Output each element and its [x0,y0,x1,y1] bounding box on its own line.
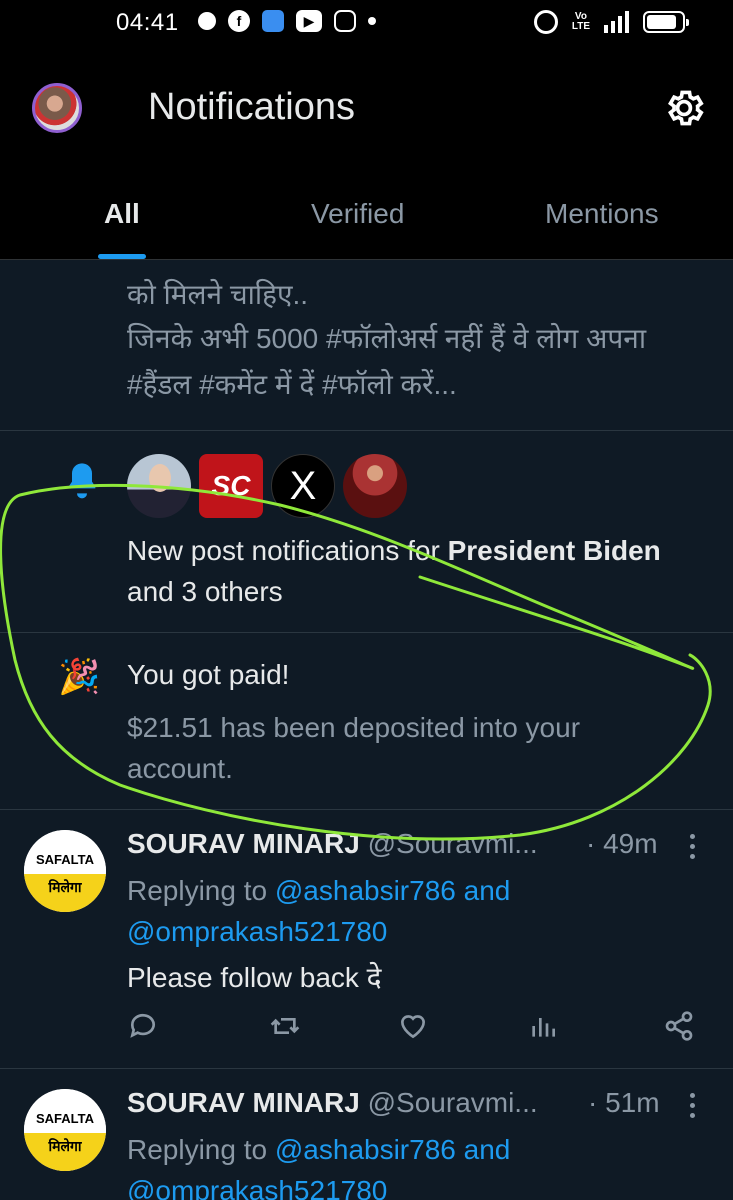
app-notification-icon [198,12,216,30]
tab-all[interactable]: All [104,198,140,230]
app-header: Notifications [0,50,733,170]
active-tab-indicator [98,254,146,259]
author-handle[interactable]: @Souravmi... [368,828,538,859]
avatar-safalta[interactable]: SAFALTA मिलेगा [24,1089,106,1171]
share-icon[interactable] [663,1010,695,1042]
author-handle[interactable]: @Souravmi... [368,1087,538,1118]
status-time: 04:41 [116,9,179,36]
bell-icon [68,463,96,499]
signal-icon [604,11,629,33]
partial-post[interactable]: ─ ─ ─ ─ ─ ─ ─ ─ ─ ─ ─ ─ ─ ─ ─ ─ ─ ─ को म… [0,261,733,431]
mention-link[interactable]: @ashabsir786 and [275,875,510,906]
author-name[interactable]: SOURAV MINARJ [127,1087,360,1118]
author-name[interactable]: SOURAV MINARJ [127,828,360,859]
avatar-label-top: SAFALTA [24,1089,106,1133]
post-notification-item[interactable]: SC X New post notifications for Presiden… [0,432,733,633]
payment-description: $21.51 has been deposited into your acco… [127,712,581,784]
reply-notification-item[interactable]: SAFALTA मिलेगा SOURAV MINARJ @Souravmi..… [0,810,733,1069]
volte-indicator: Vo LTE [571,11,590,32]
mention-link[interactable]: @omprakash521780 [127,1175,387,1200]
status-bar: 04:41 f ▶ Vo LTE [0,0,733,50]
reply-time: · 51m [588,1087,660,1118]
facebook-icon: f [228,10,250,32]
mention-link[interactable]: @ashabsir786 and [275,1134,510,1165]
reply-icon[interactable] [127,1010,159,1042]
post-text-line: जिनके अभी 5000 #फॉलोअर्स नहीं हैं वे लोग… [127,323,647,354]
reply-notification-item[interactable]: SAFALTA मिलेगा SOURAV MINARJ @Souravmi..… [0,1069,733,1200]
notification-feed[interactable]: ─ ─ ─ ─ ─ ─ ─ ─ ─ ─ ─ ─ ─ ─ ─ ─ ─ ─ को म… [0,261,733,1200]
reply-time: · 49m [586,828,658,859]
more-notifications-dot [368,17,376,25]
profile-avatar[interactable] [32,83,82,133]
post-text-line: #हैंडल #कमेंट में दें #फॉलो करें... [127,369,457,400]
avatar-group[interactable] [343,454,407,518]
party-popper-icon: 🎉 [58,658,101,696]
repost-icon[interactable] [269,1010,301,1042]
avatar-president-biden[interactable] [127,454,191,518]
avatar-sc[interactable]: SC [199,454,263,518]
youtube-icon: ▶ [296,10,322,32]
payment-title: You got paid! [127,659,290,690]
avatar-label-bottom: मिलेगा [24,1133,106,1171]
post-text-line: को मिलने चाहिए.. [127,279,309,310]
like-icon[interactable] [397,1010,429,1042]
cut-off-text: ─ ─ ─ ─ ─ ─ ─ ─ ─ ─ ─ ─ ─ ─ ─ ─ ─ ─ [127,261,616,271]
tab-mentions[interactable]: Mentions [545,198,659,230]
messenger-app-icon [262,10,284,32]
mention-link[interactable]: @omprakash521780 [127,916,387,947]
avatar-label-top: SAFALTA [24,830,106,874]
payment-notification-item[interactable]: 🎉 You got paid! $21.51 has been deposite… [0,633,733,810]
replying-to: Replying to @ashabsir786 and @omprakash52… [127,1129,687,1200]
more-options-icon[interactable] [684,834,700,862]
avatar-stack: SC X [127,454,407,518]
replying-to: Replying to @ashabsir786 and @omprakash52… [127,875,511,947]
instagram-icon [334,10,356,32]
page-title: Notifications [148,86,355,128]
notification-tabs: All Verified Mentions [0,170,733,260]
views-icon[interactable] [527,1010,559,1042]
reply-text: Please follow back दे [127,962,382,993]
avatar-safalta[interactable]: SAFALTA मिलेगा [24,830,106,912]
avatar-x[interactable]: X [271,454,335,518]
reply-header: SOURAV MINARJ @Souravmi... [127,828,538,860]
settings-gear-icon[interactable] [662,86,706,130]
battery-icon [643,11,689,33]
status-system-icons: Vo LTE [533,10,689,34]
reply-header: SOURAV MINARJ @Souravmi... [127,1087,538,1119]
post-notification-text: New post notifications for President Bid… [127,535,661,607]
more-options-icon[interactable] [684,1093,700,1121]
avatar-label-bottom: मिलेगा [24,874,106,912]
alarm-icon [533,10,558,34]
tab-verified[interactable]: Verified [311,198,404,230]
status-notification-icons: f ▶ [198,10,376,32]
reply-actions [127,1010,697,1044]
